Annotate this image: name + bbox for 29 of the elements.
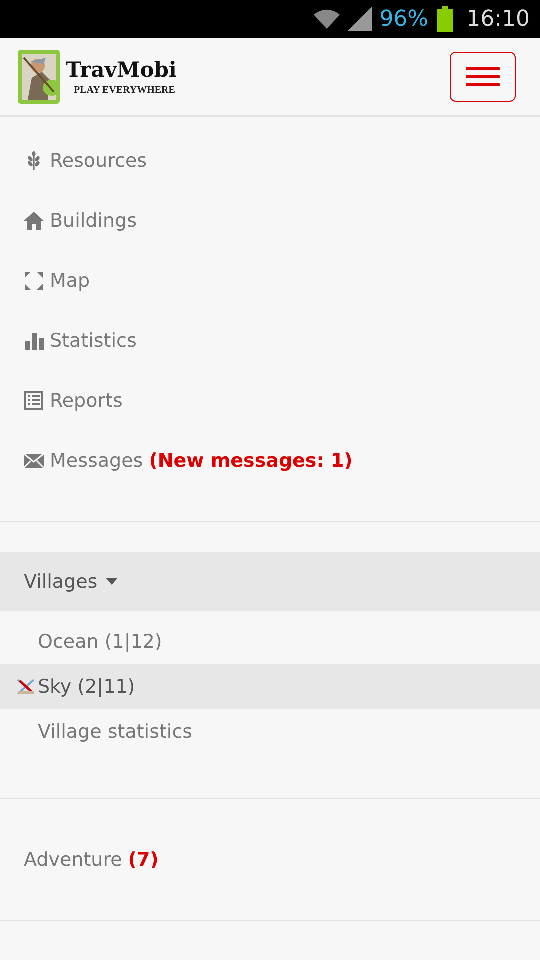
menu-icon — [466, 66, 500, 86]
envelope-icon — [24, 451, 44, 471]
crossed-swords-icon — [17, 679, 35, 695]
villages-dropdown[interactable]: Villages — [0, 552, 540, 611]
menu-link[interactable]: Statistics — [50, 330, 137, 352]
home-icon — [24, 211, 44, 231]
menu-button[interactable] — [450, 52, 516, 102]
village-item[interactable]: Ocean (1|12) — [0, 619, 540, 664]
menu-link[interactable]: Reports — [50, 390, 123, 412]
clock: 16:10 — [466, 6, 530, 32]
village-item[interactable]: Sky (2|11) — [0, 664, 540, 709]
new-message-count: (New messages: 1) — [149, 450, 353, 472]
adventure-count: (7) — [128, 848, 159, 870]
menu-link[interactable]: Resources — [50, 150, 148, 172]
expand-icon — [24, 271, 44, 291]
battery-icon — [436, 6, 453, 32]
signal-icon — [348, 7, 372, 31]
menu-link[interactable]: Buildings — [50, 210, 137, 232]
app-tagline: PLAY EVERYWHERE — [74, 85, 176, 96]
battery-percentage: 96% — [380, 6, 429, 32]
list-icon — [24, 391, 44, 411]
app-title: TravMobi — [66, 57, 178, 82]
caret-icon — [106, 578, 118, 585]
adventure-link[interactable]: Adventure — [24, 848, 122, 870]
village-item[interactable]: Village statistics — [0, 709, 540, 754]
menu-link[interactable]: Map — [50, 270, 90, 292]
menu-link[interactable]: Messages — [50, 450, 144, 472]
bar-chart-icon — [24, 331, 44, 351]
wifi-icon — [314, 9, 340, 29]
